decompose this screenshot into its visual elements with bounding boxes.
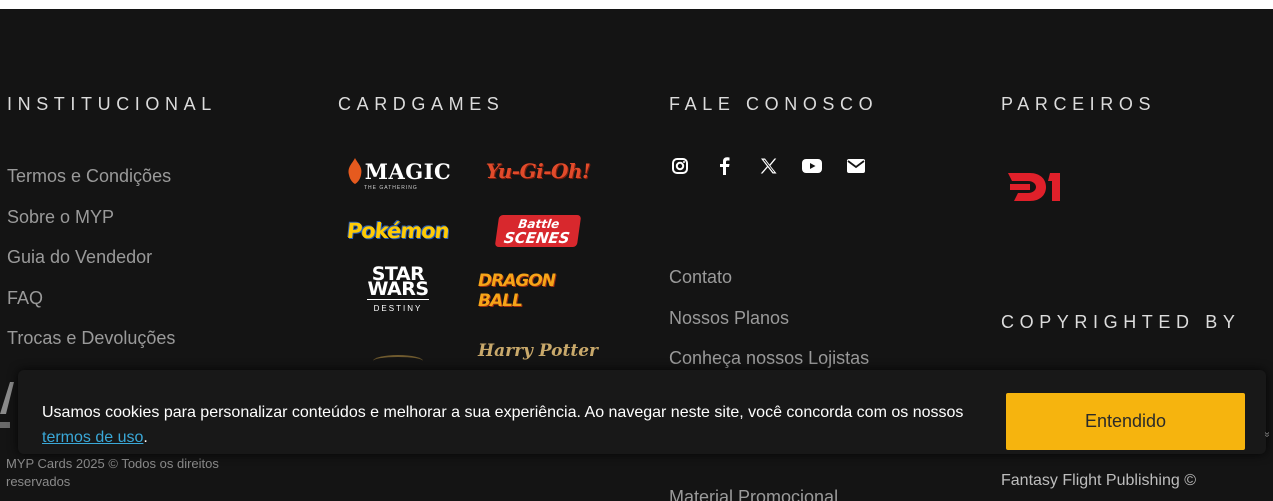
site-footer: INSTITUCIONAL Termos e Condições Sobre o… — [0, 9, 1273, 501]
magic-logo[interactable]: MAGIC THE GATHERING — [338, 149, 458, 193]
yugioh-logo-text: Yu-Gi-Oh! — [485, 159, 591, 183]
yugioh-logo[interactable]: Yu-Gi-Oh! — [478, 149, 598, 193]
dragon-ball-logo-text: DRAGON BALL — [478, 271, 556, 311]
institucional-heading: INSTITUCIONAL — [7, 94, 217, 114]
link-material-promocional[interactable]: Material Promocional — [669, 487, 838, 501]
magic-flame-icon — [348, 158, 362, 184]
copyrighted-by-heading: COPYRIGHTED BY — [1001, 312, 1241, 332]
link-sobre[interactable]: Sobre o MYP — [7, 197, 307, 238]
battle-scenes-box: Battle SCENES — [494, 215, 582, 247]
fantasy-flight-text: Fantasy Flight Publishing © — [1001, 472, 1196, 489]
cookie-message-text: Usamos cookies para personalizar conteúd… — [42, 404, 964, 421]
cardgames-column: CARDGAMES — [338, 92, 638, 116]
link-nossos-planos[interactable]: Nossos Planos — [669, 298, 869, 339]
social-links — [669, 155, 867, 177]
fale-conosco-column: FALE CONOSCO — [669, 92, 969, 116]
parceiros-column: PARCEIROS — [1001, 92, 1273, 116]
star-wars-destiny-logo[interactable]: STAR WARS DESTINY — [338, 264, 458, 316]
harry-potter-logo[interactable]: Harry Potter — [478, 329, 598, 373]
star-wars-box: STAR WARS DESTINY — [367, 264, 429, 316]
fale-conosco-heading: FALE CONOSCO — [669, 94, 879, 114]
fale-conosco-links: Contato Nossos Planos Conheça nossos Loj… — [669, 257, 869, 379]
l5r-logo[interactable] — [338, 329, 458, 373]
l5r-emblem-icon — [373, 355, 423, 367]
link-termos[interactable]: Termos e Condições — [7, 156, 307, 197]
link-faq[interactable]: FAQ — [7, 278, 307, 319]
cardgames-heading: CARDGAMES — [338, 94, 505, 114]
harry-potter-logo-text: Harry Potter — [478, 341, 598, 361]
institucional-column: INSTITUCIONAL Termos e Condições Sobre o… — [7, 92, 307, 359]
star-wars-line3: DESTINY — [367, 298, 429, 316]
dragon-ball-logo[interactable]: DRAGON BALL — [478, 269, 598, 313]
link-guia-vendedor[interactable]: Guia do Vendedor — [7, 237, 307, 278]
star-wars-line2: WARS — [367, 277, 429, 300]
copyright-text: MYP Cards 2025 © Todos os direitos reser… — [6, 456, 219, 489]
facebook-icon[interactable] — [713, 155, 735, 177]
magic-logo-sub: THE GATHERING — [364, 185, 418, 191]
scroll-edge-icon: » — [1261, 431, 1273, 438]
battle-scenes-logo[interactable]: Battle SCENES — [478, 209, 598, 253]
battle-scenes-line2: SCENES — [502, 229, 572, 247]
cookie-terms-link[interactable]: termos de uso — [42, 429, 143, 446]
x-icon[interactable] — [757, 155, 779, 177]
parceiros-heading: PARCEIROS — [1001, 94, 1157, 114]
cookie-accept-button[interactable]: Entendido — [1006, 393, 1245, 450]
myp-logo-icon — [0, 382, 14, 428]
instagram-icon[interactable] — [669, 155, 691, 177]
pokemon-logo[interactable]: Pokémon — [338, 209, 458, 253]
d1-partner-logo[interactable] — [1006, 169, 1064, 205]
cookie-message: Usamos cookies para personalizar conteúd… — [42, 400, 972, 450]
link-trocas[interactable]: Trocas e Devoluções — [7, 318, 307, 359]
cookie-banner: Usamos cookies para personalizar conteúd… — [18, 370, 1266, 454]
email-icon[interactable] — [845, 155, 867, 177]
cookie-message-tail: . — [143, 429, 148, 446]
link-contato[interactable]: Contato — [669, 257, 869, 298]
pokemon-logo-text: Pokémon — [345, 219, 451, 243]
magic-logo-text: MAGIC — [364, 158, 452, 184]
institucional-links: Termos e Condições Sobre o MYP Guia do V… — [7, 156, 307, 359]
youtube-icon[interactable] — [801, 155, 823, 177]
